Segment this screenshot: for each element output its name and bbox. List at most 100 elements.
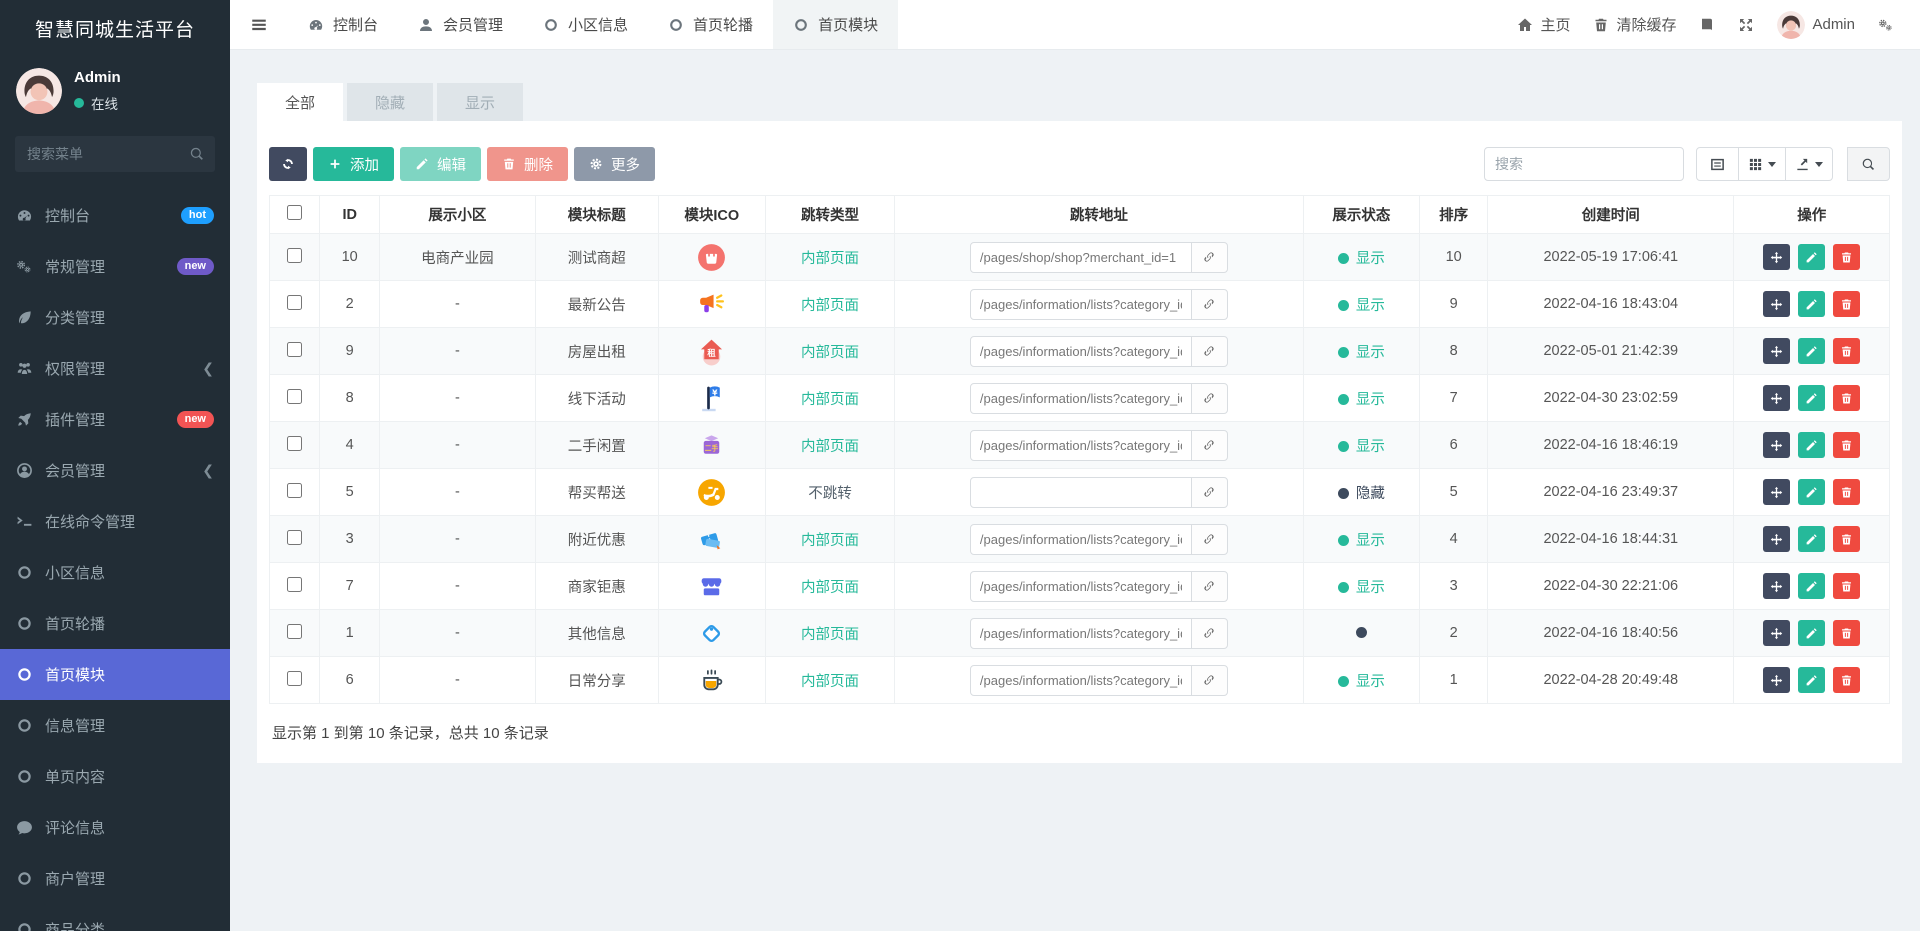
url-input[interactable] <box>969 570 1192 602</box>
sidebar-search-input[interactable] <box>15 136 215 172</box>
settings-button[interactable] <box>1878 17 1894 33</box>
row-checkbox[interactable] <box>287 247 303 263</box>
move-button[interactable] <box>1763 667 1791 693</box>
language-button[interactable] <box>1699 17 1715 33</box>
sidebar-item-在线命令管理[interactable]: 在线命令管理 <box>0 496 230 547</box>
add-button[interactable]: 添加 <box>313 147 394 181</box>
edit-row-button[interactable] <box>1798 244 1826 270</box>
edit-row-button[interactable] <box>1798 620 1826 646</box>
edit-row-button[interactable] <box>1798 479 1826 505</box>
move-button[interactable] <box>1763 244 1791 270</box>
url-input[interactable] <box>969 429 1192 461</box>
search-toggle-button[interactable] <box>1847 147 1890 181</box>
url-input[interactable] <box>969 335 1192 367</box>
nav-tab-首页轮播[interactable]: 首页轮播 <box>648 0 773 49</box>
sidebar-item-分类管理[interactable]: 分类管理 <box>0 292 230 343</box>
detail-view-button[interactable] <box>1696 147 1739 181</box>
fullscreen-button[interactable] <box>1738 17 1754 33</box>
link-button[interactable] <box>1190 570 1228 602</box>
menu-toggle-button[interactable] <box>230 0 288 49</box>
move-button[interactable] <box>1763 573 1791 599</box>
move-button[interactable] <box>1763 385 1791 411</box>
row-checkbox[interactable] <box>287 388 303 404</box>
sidebar-item-控制台[interactable]: 控制台 hot <box>0 190 230 241</box>
home-link[interactable]: 主页 <box>1517 14 1570 35</box>
export-button[interactable] <box>1785 147 1833 181</box>
edit-row-button[interactable] <box>1798 291 1826 317</box>
column-header-模块标题[interactable]: 模块标题 <box>534 195 659 234</box>
more-button[interactable]: 更多 <box>574 147 655 181</box>
row-checkbox[interactable] <box>287 482 303 498</box>
link-button[interactable] <box>1190 241 1228 273</box>
url-input[interactable] <box>969 617 1192 649</box>
link-button[interactable] <box>1190 335 1228 367</box>
column-header-操作[interactable]: 操作 <box>1733 195 1890 234</box>
link-button[interactable] <box>1190 523 1228 555</box>
move-button[interactable] <box>1763 526 1791 552</box>
sidebar-item-信息管理[interactable]: 信息管理 <box>0 700 230 751</box>
link-button[interactable] <box>1190 664 1228 696</box>
sidebar-item-常规管理[interactable]: 常规管理 new <box>0 241 230 292</box>
nav-tab-会员管理[interactable]: 会员管理 <box>398 0 523 49</box>
edit-row-button[interactable] <box>1798 338 1826 364</box>
column-header-创建时间[interactable]: 创建时间 <box>1487 195 1735 234</box>
nav-tab-控制台[interactable]: 控制台 <box>288 0 398 49</box>
url-input[interactable] <box>969 664 1192 696</box>
link-button[interactable] <box>1190 476 1228 508</box>
link-button[interactable] <box>1190 617 1228 649</box>
edit-row-button[interactable] <box>1798 432 1826 458</box>
url-input[interactable] <box>969 241 1192 273</box>
sidebar-item-会员管理[interactable]: 会员管理 ❮ <box>0 445 230 496</box>
clear-cache-button[interactable]: 清除缓存 <box>1593 14 1676 35</box>
url-input[interactable] <box>969 476 1192 508</box>
delete-row-button[interactable] <box>1833 291 1861 317</box>
row-checkbox[interactable] <box>287 294 303 310</box>
table-search-input[interactable] <box>1484 147 1684 181</box>
edit-button[interactable]: 编辑 <box>400 147 481 181</box>
nav-tab-首页模块[interactable]: 首页模块 <box>773 0 899 49</box>
edit-row-button[interactable] <box>1798 385 1826 411</box>
row-checkbox[interactable] <box>287 341 303 357</box>
sidebar-item-商品分类[interactable]: 商品分类 <box>0 904 230 931</box>
delete-row-button[interactable] <box>1833 479 1861 505</box>
refresh-button[interactable] <box>269 147 307 181</box>
sidebar-item-插件管理[interactable]: 插件管理 new <box>0 394 230 445</box>
delete-row-button[interactable] <box>1833 667 1861 693</box>
nav-tab-小区信息[interactable]: 小区信息 <box>523 0 648 49</box>
delete-row-button[interactable] <box>1833 573 1861 599</box>
filter-tab-隐藏[interactable]: 隐藏 <box>347 83 434 121</box>
delete-row-button[interactable] <box>1833 432 1861 458</box>
delete-row-button[interactable] <box>1833 385 1861 411</box>
row-checkbox[interactable] <box>287 529 303 545</box>
delete-row-button[interactable] <box>1833 338 1861 364</box>
url-input[interactable] <box>969 382 1192 414</box>
filter-tab-显示[interactable]: 显示 <box>437 83 524 121</box>
column-header-跳转地址[interactable]: 跳转地址 <box>894 195 1304 234</box>
delete-button[interactable]: 删除 <box>487 147 568 181</box>
column-header-展示小区[interactable]: 展示小区 <box>379 195 536 234</box>
columns-button[interactable] <box>1738 147 1786 181</box>
move-button[interactable] <box>1763 620 1791 646</box>
edit-row-button[interactable] <box>1798 667 1826 693</box>
link-button[interactable] <box>1190 429 1228 461</box>
user-menu[interactable]: Admin <box>1777 11 1855 39</box>
column-header-跳转类型[interactable]: 跳转类型 <box>764 195 896 234</box>
edit-row-button[interactable] <box>1798 573 1826 599</box>
move-button[interactable] <box>1763 432 1791 458</box>
row-checkbox[interactable] <box>287 435 303 451</box>
filter-tab-全部[interactable]: 全部 <box>257 83 344 121</box>
sidebar-item-首页轮播[interactable]: 首页轮播 <box>0 598 230 649</box>
delete-row-button[interactable] <box>1833 620 1861 646</box>
column-header-展示状态[interactable]: 展示状态 <box>1302 195 1421 234</box>
column-header-ID[interactable]: ID <box>319 195 381 234</box>
sidebar-item-首页模块[interactable]: 首页模块 <box>0 649 230 700</box>
move-button[interactable] <box>1763 338 1791 364</box>
move-button[interactable] <box>1763 291 1791 317</box>
sidebar-item-商户管理[interactable]: 商户管理 <box>0 853 230 904</box>
link-button[interactable] <box>1190 288 1228 320</box>
move-button[interactable] <box>1763 479 1791 505</box>
delete-row-button[interactable] <box>1833 244 1861 270</box>
sidebar-item-评论信息[interactable]: 评论信息 <box>0 802 230 853</box>
column-header-排序[interactable]: 排序 <box>1419 195 1489 234</box>
row-checkbox[interactable] <box>287 576 303 592</box>
